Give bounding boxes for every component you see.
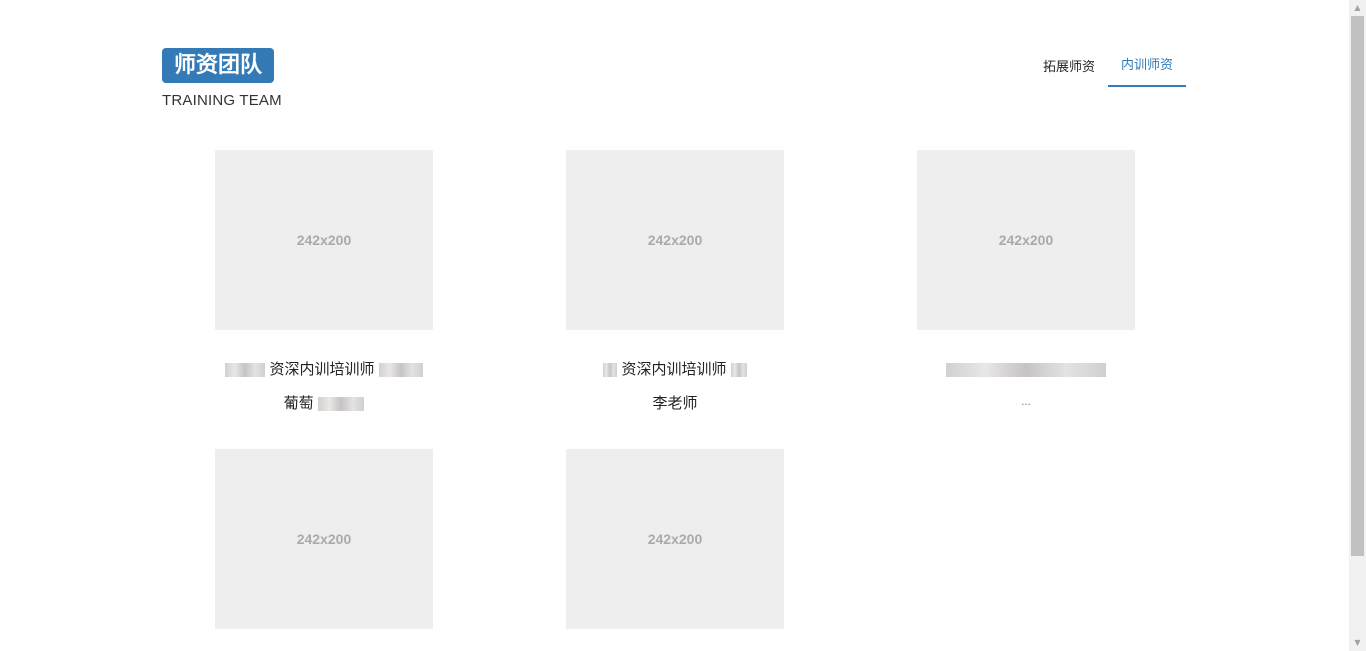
trainer-photo-placeholder: 242x200 bbox=[215, 150, 433, 330]
trainer-title-text: 资深内训培训师 bbox=[621, 360, 727, 378]
scrollbar-thumb[interactable] bbox=[1351, 16, 1364, 556]
trainer-name: 葡萄 bbox=[215, 392, 433, 414]
trainer-title-text: 资深内训培训师 bbox=[269, 360, 375, 378]
chevron-down-icon[interactable]: ▼ bbox=[1349, 635, 1366, 651]
chevron-up-icon[interactable]: ▲ bbox=[1349, 0, 1366, 16]
tab-internal-trainers[interactable]: 内训师资 bbox=[1107, 44, 1186, 87]
page: 师资团队 TRAINING TEAM 拓展师资 内训师资 242x200 资深内… bbox=[0, 0, 1366, 651]
redacted-text bbox=[224, 362, 265, 377]
trainer-title: 资深内训培训师 bbox=[215, 358, 433, 380]
trainer-card[interactable]: 242x200 bbox=[566, 449, 784, 629]
trainer-card[interactable]: 242x200 资深内训培训师 葡萄 bbox=[215, 150, 433, 414]
trainer-name-text: 葡萄 bbox=[283, 394, 314, 412]
trainer-name: ... bbox=[1021, 397, 1031, 408]
redacted-text bbox=[318, 396, 365, 411]
trainer-photo-placeholder: 242x200 bbox=[566, 150, 784, 330]
redacted-text bbox=[379, 362, 424, 377]
vertical-scrollbar[interactable]: ▲ ▼ bbox=[1349, 0, 1366, 651]
trainer-name: 李老师 bbox=[652, 394, 698, 412]
trainer-photo-placeholder: 242x200 bbox=[566, 449, 784, 629]
trainer-photo-placeholder: 242x200 bbox=[917, 150, 1135, 330]
tab-outdoor-trainers[interactable]: 拓展师资 bbox=[1030, 46, 1108, 87]
trainer-card[interactable]: 242x200 bbox=[215, 449, 433, 629]
section-subtitle: TRAINING TEAM bbox=[162, 92, 282, 109]
tab-bar: 拓展师资 内训师资 bbox=[1030, 44, 1186, 87]
trainer-card[interactable]: 242x200 资深内训培训师 李老师 bbox=[566, 150, 784, 414]
trainer-photo-placeholder: 242x200 bbox=[215, 449, 433, 629]
trainer-title bbox=[917, 358, 1135, 380]
trainer-title: 资深内训培训师 bbox=[566, 358, 784, 380]
redacted-text bbox=[602, 362, 617, 377]
redacted-text bbox=[731, 362, 748, 377]
redacted-text bbox=[946, 362, 1106, 377]
section-title-badge: 师资团队 bbox=[162, 48, 275, 83]
trainer-card[interactable]: 242x200 ... bbox=[917, 150, 1135, 414]
